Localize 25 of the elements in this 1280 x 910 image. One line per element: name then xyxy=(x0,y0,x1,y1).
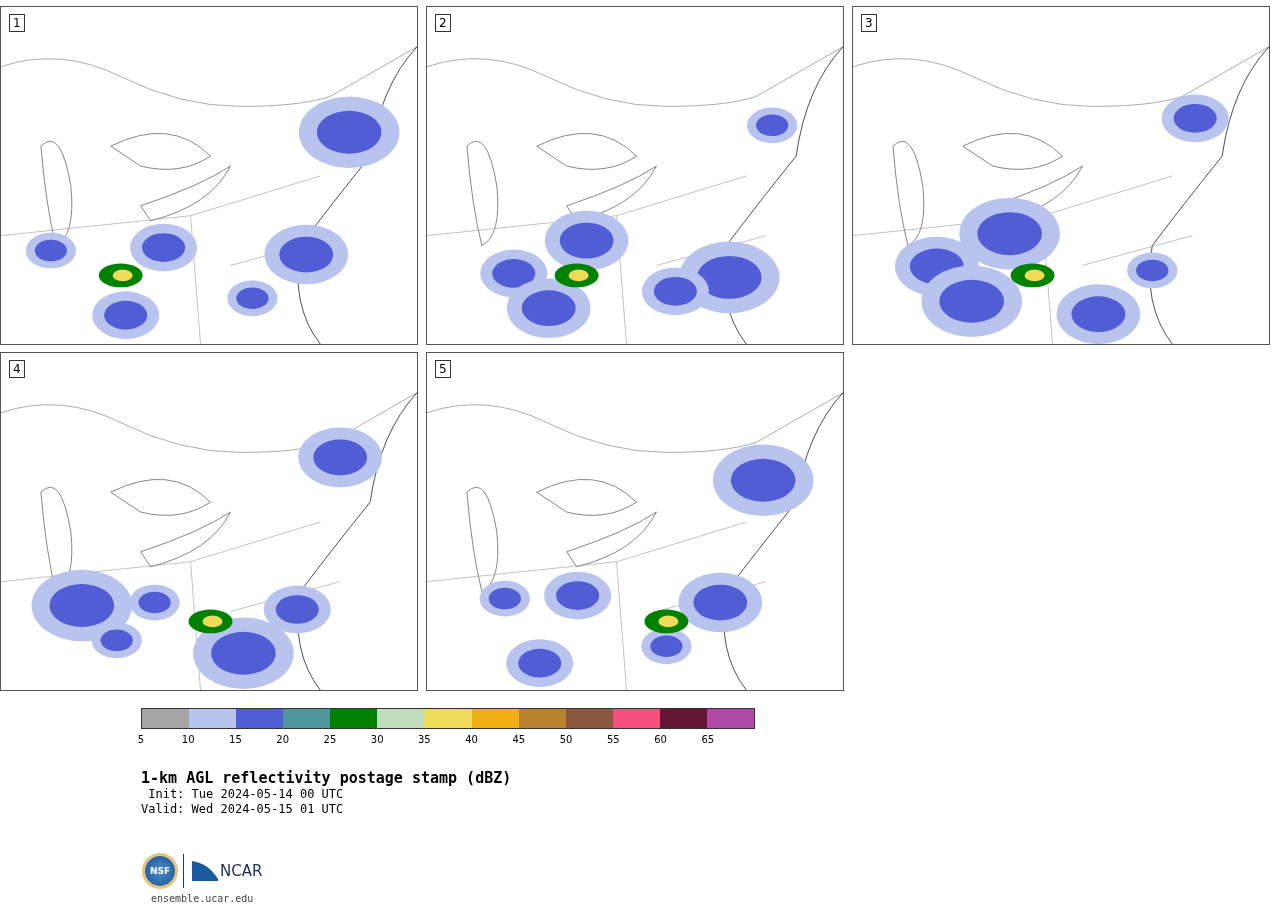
chart-title: 1-km AGL reflectivity postage stamp (dBZ) xyxy=(141,769,513,787)
valid-time: Valid: Wed 2024-05-15 01 UTC xyxy=(141,802,345,817)
tick-label: 20 xyxy=(276,734,290,745)
tick-label: 25 xyxy=(323,734,337,745)
tick-label: 10 xyxy=(181,734,195,745)
panel-number: 1 xyxy=(9,14,25,32)
panel-number: 3 xyxy=(861,14,877,32)
tick-label: 35 xyxy=(418,734,431,745)
nsf-logo: NSF xyxy=(145,856,175,886)
panel-number: 2 xyxy=(435,14,451,32)
tick-label: 5 xyxy=(137,734,145,745)
panel-number: 4 xyxy=(9,360,25,378)
tick-label: 30 xyxy=(370,734,384,745)
init-time: Init: Tue 2024-05-14 00 UTC xyxy=(147,787,345,802)
ncar-logo: NCAR xyxy=(220,862,263,880)
site-url: ensemble.ucar.edu xyxy=(151,893,255,904)
panel-number: 5 xyxy=(435,360,451,378)
tick-label: 15 xyxy=(229,734,242,745)
swoosh-icon xyxy=(192,861,218,881)
tick-label: 55 xyxy=(606,734,620,745)
tick-label: 60 xyxy=(654,734,667,745)
tick-label: 45 xyxy=(512,734,526,745)
tick-label: 50 xyxy=(559,734,573,745)
tick-label: 40 xyxy=(465,734,478,745)
tick-label: 65 xyxy=(701,734,715,745)
